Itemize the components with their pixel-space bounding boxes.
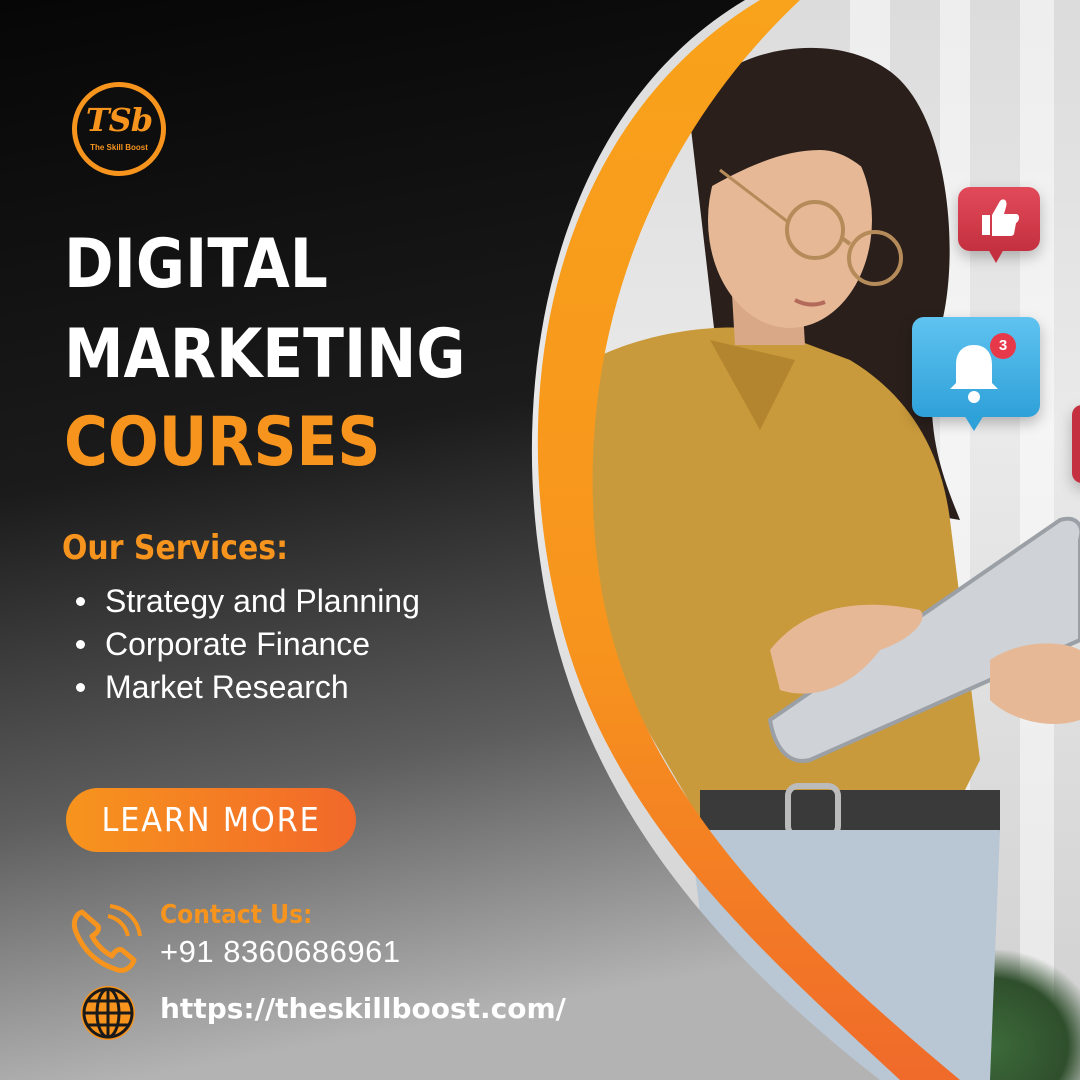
brand-logo: TSb The Skill Boost [72,82,166,176]
learn-more-label: LEARN MORE [101,800,321,839]
headline-line-2: MARKETING [64,315,466,394]
headline-line-1: DIGITAL [64,225,328,304]
service-item: Corporate Finance [76,623,420,666]
services-heading: Our Services: [62,528,289,568]
services-list: Strategy and Planning Corporate Finance … [76,580,420,709]
service-item: Market Research [76,666,420,709]
logo-text: The Skill Boost [90,143,148,152]
learn-more-button[interactable]: LEARN MORE [66,788,356,852]
logo-mark: TSb [85,101,153,139]
phone-icon [71,904,142,973]
website-link[interactable]: https://theskillboost.com/ [160,992,566,1025]
globe-icon [81,986,135,1040]
service-item: Strategy and Planning [76,580,420,623]
contact-label: Contact Us: [160,900,313,930]
contact-phone[interactable]: +91 8360686961 [160,934,401,970]
poster: 3 TSb The Skill Boost DIGITAL MARKETING … [0,0,1080,1080]
headline-line-3: COURSES [64,403,381,482]
